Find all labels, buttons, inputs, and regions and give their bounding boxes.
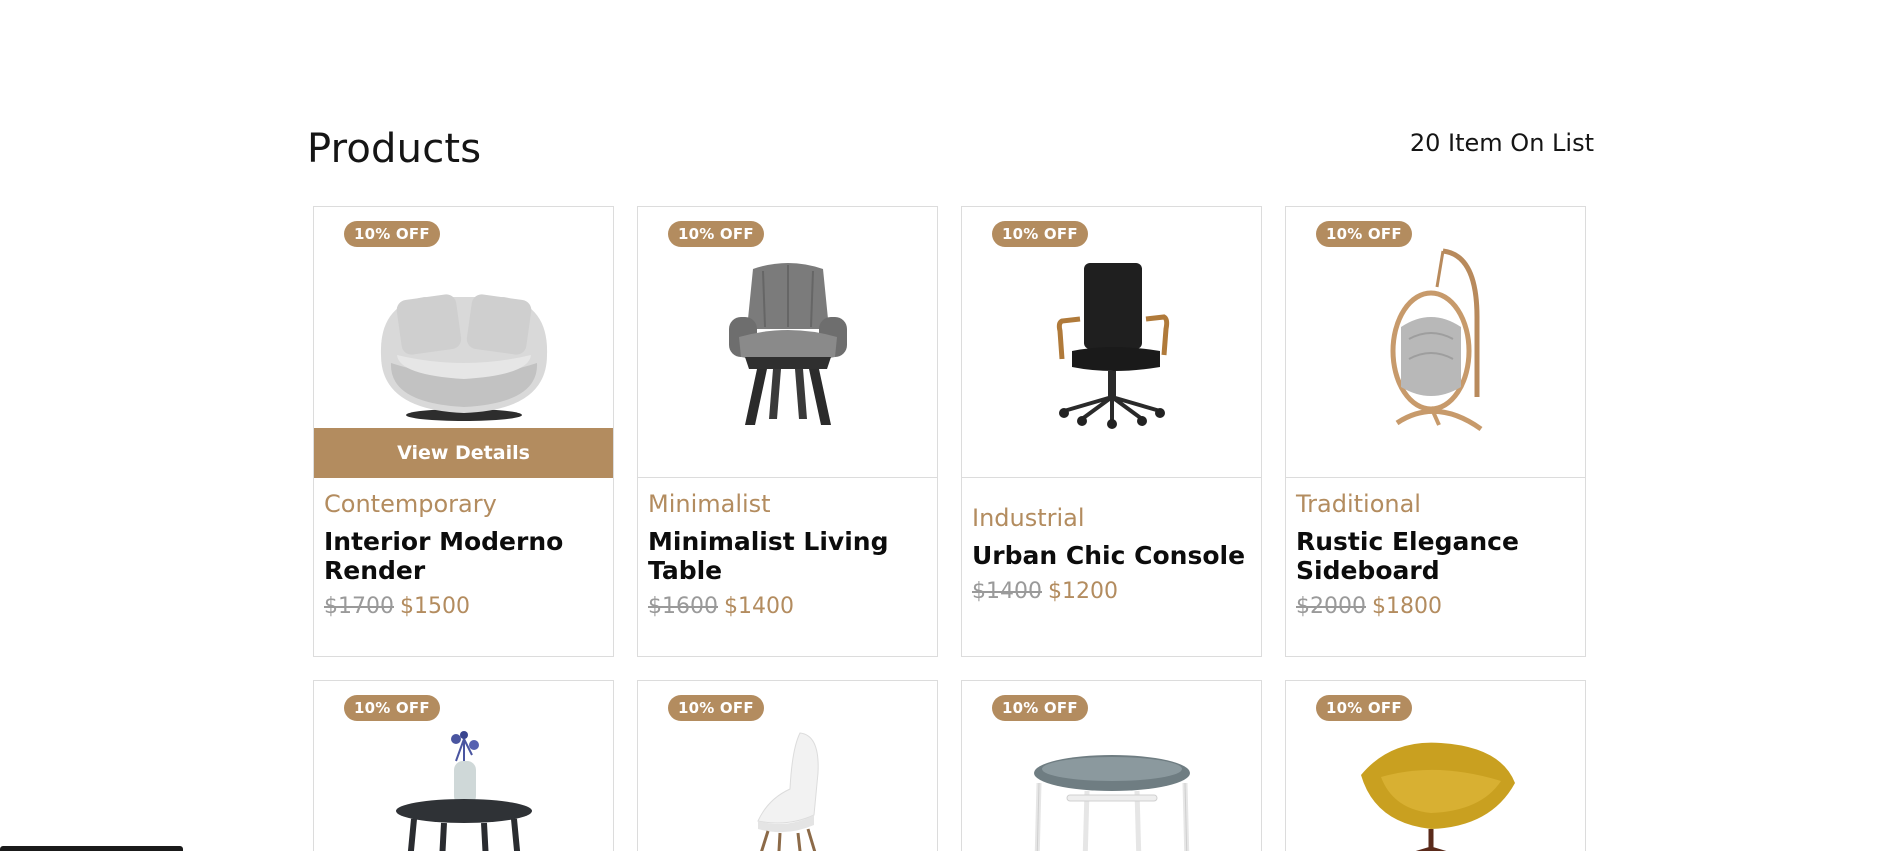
product-info: Industrial Urban Chic Console $1400 $1200 bbox=[972, 504, 1251, 604]
product-card[interactable]: 10% OFF Minimalist Minimalist Living Tab… bbox=[637, 206, 938, 657]
office-chair-icon bbox=[1056, 263, 1169, 429]
grey-lounge-chair-icon bbox=[728, 263, 847, 425]
item-count: 20 Item On List bbox=[1409, 129, 1594, 157]
old-price: $1700 bbox=[324, 594, 394, 619]
product-card[interactable]: 10% OFF bbox=[637, 680, 938, 851]
product-card[interactable]: 10% OFF Traditional Rustic Elegance Side… bbox=[1285, 206, 1586, 657]
product-category: Minimalist bbox=[648, 490, 771, 518]
hanging-egg-chair-icon bbox=[1390, 248, 1482, 432]
side-table-with-vase-icon bbox=[395, 731, 532, 851]
product-card[interactable]: 10% OFF View Details Contemporary Interi… bbox=[313, 206, 614, 657]
product-card[interactable]: 10% OFF bbox=[961, 680, 1262, 851]
product-image-area[interactable]: 10% OFF bbox=[962, 681, 1261, 851]
product-name[interactable]: Interior Moderno Render bbox=[324, 527, 603, 585]
discount-badge: 10% OFF bbox=[344, 221, 440, 247]
new-price: $1800 bbox=[1372, 594, 1442, 619]
product-card[interactable]: 10% OFF bbox=[313, 680, 614, 851]
product-info: Minimalist Minimalist Living Table $1600… bbox=[648, 490, 927, 619]
product-category: Contemporary bbox=[324, 490, 497, 518]
product-prices: $1600 $1400 bbox=[648, 594, 927, 619]
product-info: Contemporary Interior Moderno Render $17… bbox=[324, 490, 603, 619]
product-info: Traditional Rustic Elegance Sideboard $2… bbox=[1296, 490, 1575, 619]
yellow-cone-chair-icon bbox=[1360, 742, 1515, 851]
new-price: $1400 bbox=[724, 594, 794, 619]
corner-scroll-bar bbox=[0, 846, 183, 851]
product-image-area[interactable]: 10% OFF bbox=[962, 207, 1261, 478]
white-shell-chair-icon bbox=[756, 732, 819, 851]
product-name[interactable]: Minimalist Living Table bbox=[648, 527, 927, 585]
product-name[interactable]: Rustic Elegance Sideboard bbox=[1296, 527, 1575, 585]
product-prices: $1700 $1500 bbox=[324, 594, 603, 619]
round-armchair-icon bbox=[380, 294, 547, 421]
product-image-area[interactable]: 10% OFF bbox=[638, 207, 937, 478]
discount-badge: 10% OFF bbox=[668, 695, 764, 721]
view-details-button[interactable]: View Details bbox=[314, 428, 613, 478]
old-price: $1400 bbox=[972, 579, 1042, 604]
discount-badge: 10% OFF bbox=[992, 695, 1088, 721]
page-title: Products bbox=[307, 126, 482, 172]
product-card[interactable]: 10% OFF bbox=[1285, 680, 1586, 851]
new-price: $1500 bbox=[400, 594, 470, 619]
discount-badge: 10% OFF bbox=[1316, 221, 1412, 247]
old-price: $2000 bbox=[1296, 594, 1366, 619]
page-header: Products 20 Item On List bbox=[307, 126, 1594, 176]
product-image-area[interactable]: 10% OFF bbox=[1286, 681, 1585, 851]
product-image-area[interactable]: 10% OFF bbox=[638, 681, 937, 851]
cushioned-stool-icon bbox=[1033, 755, 1190, 851]
product-image-area[interactable]: 10% OFF View Details bbox=[314, 207, 613, 478]
new-price: $1200 bbox=[1048, 579, 1118, 604]
product-image-area[interactable]: 10% OFF bbox=[1286, 207, 1585, 478]
old-price: $1600 bbox=[648, 594, 718, 619]
product-prices: $1400 $1200 bbox=[972, 579, 1251, 604]
product-name[interactable]: Urban Chic Console bbox=[972, 541, 1251, 570]
product-image-area[interactable]: 10% OFF bbox=[314, 681, 613, 851]
product-card[interactable]: 10% OFF Industrial Urban Chic Console $1… bbox=[961, 206, 1262, 657]
product-category: Industrial bbox=[972, 504, 1085, 532]
product-category: Traditional bbox=[1296, 490, 1421, 518]
discount-badge: 10% OFF bbox=[1316, 695, 1412, 721]
product-prices: $2000 $1800 bbox=[1296, 594, 1575, 619]
discount-badge: 10% OFF bbox=[668, 221, 764, 247]
discount-badge: 10% OFF bbox=[992, 221, 1088, 247]
discount-badge: 10% OFF bbox=[344, 695, 440, 721]
